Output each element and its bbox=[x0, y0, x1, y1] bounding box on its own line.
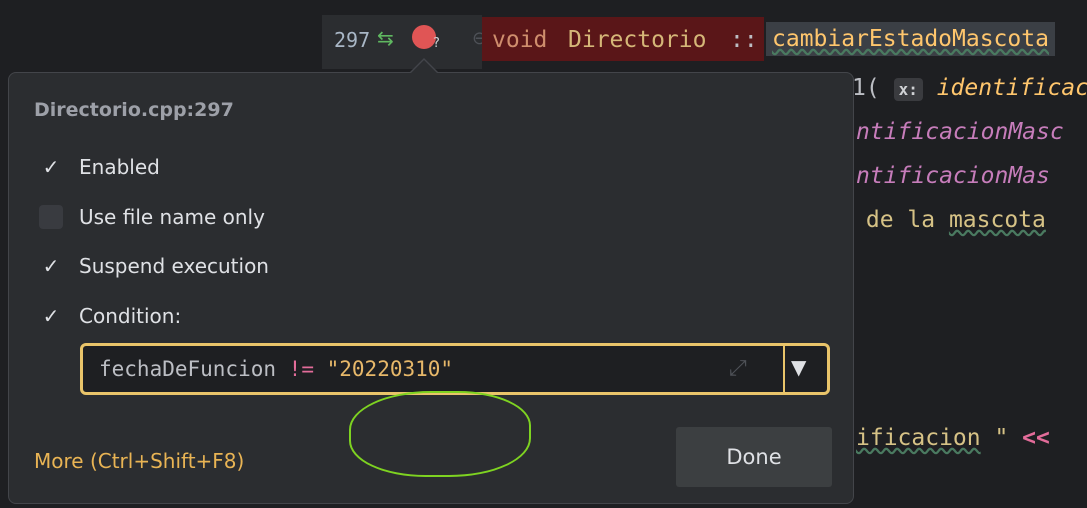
condition-string: "20220310" bbox=[326, 357, 454, 381]
condition-expression[interactable]: fechaDeFuncion != "20220310" bbox=[99, 357, 453, 381]
breakpoint-condition-icon: ? bbox=[433, 36, 440, 51]
code-line[interactable]: de la mascota bbox=[852, 207, 1046, 233]
suspend-execution-label: Suspend execution bbox=[79, 254, 269, 278]
code-line-297[interactable]: void Directorio :: cambiarEstadoMascota bbox=[482, 17, 1087, 61]
checkmark-icon[interactable]: ✓ bbox=[39, 155, 63, 179]
field-divider bbox=[783, 346, 785, 392]
condition-checkbox-row[interactable]: ✓ Condition: bbox=[39, 301, 182, 331]
chevron-down-icon[interactable]: ▼ bbox=[791, 355, 806, 379]
more-link[interactable]: More (Ctrl+Shift+F8) bbox=[34, 449, 244, 473]
checkbox-icon[interactable] bbox=[39, 205, 63, 229]
code-keyword: void bbox=[492, 27, 548, 53]
enabled-label: Enabled bbox=[79, 155, 160, 179]
line-number: 297 bbox=[334, 28, 371, 52]
annotation-circle bbox=[349, 391, 531, 477]
expand-icon[interactable]: ⤢ bbox=[729, 356, 747, 381]
condition-label: Condition: bbox=[79, 304, 182, 328]
code-class-name: Directorio bbox=[568, 27, 707, 53]
breakpoint-popup: Directorio.cpp:297 ✓ Enabled Use file na… bbox=[8, 72, 854, 504]
condition-input[interactable]: fechaDeFuncion != "20220310" ⤢ ▼ bbox=[80, 343, 830, 395]
code-text: de la bbox=[852, 207, 949, 233]
code-line[interactable]: ificacion " << bbox=[856, 425, 1050, 451]
use-file-name-only-checkbox-row[interactable]: Use file name only bbox=[39, 202, 265, 232]
code-line[interactable]: 1( x: identificac bbox=[852, 75, 1087, 101]
code-method-name[interactable]: cambiarEstadoMascota bbox=[766, 22, 1055, 56]
parameter-hint: x: bbox=[893, 78, 923, 101]
code-scope-operator: :: bbox=[730, 27, 758, 53]
checkmark-icon[interactable]: ✓ bbox=[39, 254, 63, 278]
code-text: ificacion bbox=[856, 425, 981, 451]
checkmark-icon[interactable]: ✓ bbox=[39, 304, 63, 328]
suspend-execution-checkbox-row[interactable]: ✓ Suspend execution bbox=[39, 251, 269, 281]
code-text: 1( bbox=[852, 75, 880, 101]
popup-pointer-fill bbox=[411, 60, 437, 73]
code-text: identificac bbox=[936, 75, 1087, 101]
popup-title: Directorio.cpp:297 bbox=[34, 99, 234, 121]
code-text: mascota bbox=[948, 207, 1046, 233]
use-file-name-only-label: Use file name only bbox=[79, 205, 265, 229]
code-operator: << bbox=[1022, 425, 1050, 451]
code-line[interactable]: ntificacionMasc bbox=[856, 119, 1064, 145]
code-text: " bbox=[980, 425, 1023, 451]
code-line[interactable]: ntificacionMas bbox=[856, 163, 1050, 189]
condition-variable: fechaDeFuncion bbox=[99, 357, 277, 381]
enabled-checkbox-row[interactable]: ✓ Enabled bbox=[39, 152, 160, 182]
condition-operator: != bbox=[288, 357, 314, 381]
arrows-left-right-icon[interactable]: ⇆ bbox=[377, 26, 394, 50]
done-button[interactable]: Done bbox=[676, 427, 832, 487]
